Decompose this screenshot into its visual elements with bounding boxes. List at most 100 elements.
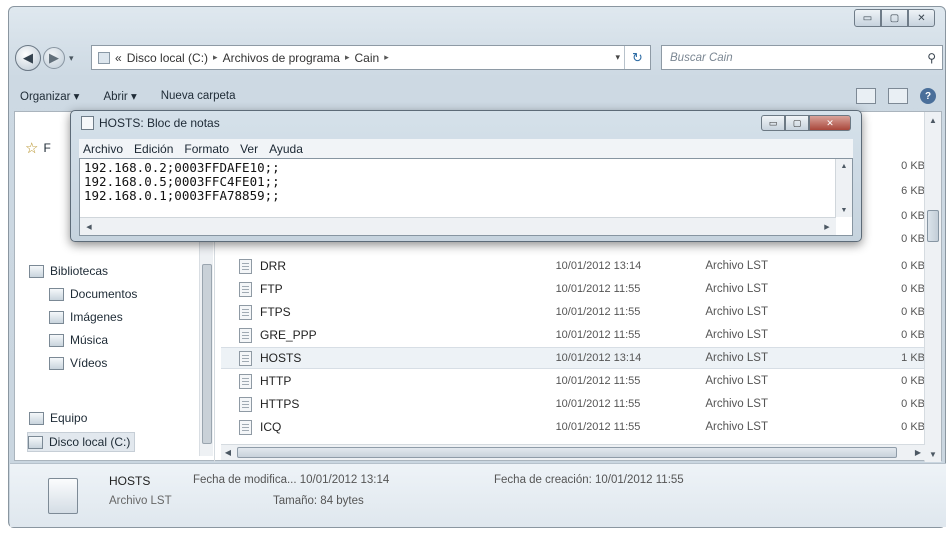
scrollbar-thumb[interactable]: [237, 447, 897, 458]
file-size: 0 KB: [901, 398, 926, 410]
breadcrumb-separator-icon[interactable]: ▸: [213, 52, 218, 63]
address-dropdown-icon[interactable]: ▾: [615, 52, 620, 63]
file-row[interactable]: HTTPS 10/01/2012 11:55 Archivo LST 0 KB: [221, 393, 925, 415]
scrollbar-thumb[interactable]: [202, 264, 212, 444]
back-button[interactable]: ◀: [15, 45, 41, 71]
close-button[interactable]: ✕: [908, 9, 935, 27]
scroll-down-icon[interactable]: ▼: [836, 203, 852, 217]
menu-formato[interactable]: Formato: [184, 142, 229, 156]
file-list-vertical-scrollbar[interactable]: ▲ ▼: [924, 112, 941, 462]
command-bar: Organizar ▾ Abrir ▾ Nueva carpeta ?: [10, 83, 946, 109]
sidebar-item-local-disk[interactable]: Disco local (C:): [27, 432, 136, 452]
scroll-right-icon[interactable]: ▶: [820, 219, 834, 234]
file-row[interactable]: FTPS 10/01/2012 11:55 Archivo LST 0 KB: [221, 301, 925, 323]
file-icon: [239, 327, 252, 343]
sidebar-item-label: Imágenes: [70, 310, 123, 324]
file-name: DRR: [260, 259, 286, 273]
preview-pane-icon[interactable]: [888, 88, 908, 104]
change-view-icon[interactable]: [856, 88, 876, 104]
scroll-left-icon[interactable]: ◀: [82, 219, 96, 234]
history-dropdown-icon[interactable]: ▾: [69, 53, 74, 64]
text-line: 192.168.0.5;0003FFC4FE01;;: [84, 174, 280, 189]
notepad-text-area[interactable]: 192.168.0.2;0003FFDAFE10;; 192.168.0.5;00…: [79, 158, 853, 236]
sidebar-item-favorites[interactable]: ☆ F: [25, 138, 51, 158]
scroll-down-icon[interactable]: ▼: [925, 446, 941, 462]
maximize-button[interactable]: ▢: [881, 9, 908, 27]
file-size: 0 KB: [901, 421, 926, 433]
notepad-window[interactable]: HOSTS: Bloc de notas ▭ ▢ ✕ Archivo Edici…: [70, 110, 862, 242]
help-icon[interactable]: ?: [920, 88, 936, 104]
sidebar-item-videos[interactable]: Vídeos: [49, 353, 107, 373]
text-line: 192.168.0.1;0003FFA78859;;: [84, 188, 280, 203]
notepad-close-button[interactable]: ✕: [809, 115, 851, 131]
sidebar-item-label: Disco local (C:): [49, 435, 131, 449]
menu-archivo[interactable]: Archivo: [83, 142, 123, 156]
file-type: Archivo LST: [705, 421, 768, 433]
menu-ayuda[interactable]: Ayuda: [269, 142, 303, 156]
refresh-button[interactable]: ↻: [624, 46, 650, 69]
scroll-up-icon[interactable]: ▲: [836, 159, 852, 173]
file-row[interactable]: HTTP 10/01/2012 11:55 Archivo LST 0 KB: [221, 370, 925, 392]
file-row[interactable]: DRR 10/01/2012 13:14 Archivo LST 0 KB: [221, 255, 925, 277]
new-folder-button[interactable]: Nueva carpeta: [161, 90, 236, 102]
breadcrumb-local-disk[interactable]: Disco local (C:): [127, 51, 208, 65]
breadcrumb-program-files[interactable]: Archivos de programa: [223, 51, 340, 65]
scroll-up-icon[interactable]: ▲: [925, 112, 941, 128]
notepad-vertical-scrollbar[interactable]: ▲ ▼: [835, 159, 852, 217]
libraries-icon: [29, 264, 44, 278]
file-size: 0 KB: [901, 210, 925, 222]
file-name: HOSTS: [260, 351, 302, 365]
file-name: FTP: [260, 282, 283, 296]
notepad-maximize-button[interactable]: ▢: [785, 115, 809, 131]
file-icon: [239, 396, 252, 412]
sidebar-item-images[interactable]: Imágenes: [49, 307, 123, 327]
menu-ver[interactable]: Ver: [240, 142, 258, 156]
file-date: 10/01/2012 11:55: [555, 375, 641, 387]
scroll-left-icon[interactable]: ◀: [221, 445, 235, 460]
file-row-selected[interactable]: HOSTS 10/01/2012 13:14 Archivo LST 1 KB: [221, 347, 925, 369]
sidebar-item-label: F: [43, 141, 51, 155]
file-type: Archivo LST: [705, 306, 768, 318]
sidebar-item-computer[interactable]: Equipo: [29, 408, 87, 428]
breadcrumb-separator-icon[interactable]: ▸: [384, 52, 389, 63]
file-row[interactable]: ICQ 10/01/2012 11:55 Archivo LST 0 KB: [221, 416, 925, 438]
sidebar-item-documents[interactable]: Documentos: [49, 284, 137, 304]
menu-edicion[interactable]: Edición: [134, 142, 173, 156]
file-date: 10/01/2012 11:55: [555, 306, 641, 318]
file-size: 0 KB: [901, 375, 926, 387]
file-name: ICQ: [260, 420, 282, 434]
open-menu[interactable]: Abrir ▾: [103, 89, 136, 103]
file-icon: [239, 350, 252, 366]
star-icon: ☆: [25, 140, 39, 157]
sidebar-item-music[interactable]: Música: [49, 330, 108, 350]
notepad-caption-buttons: ▭ ▢ ✕: [761, 115, 851, 131]
notepad-horizontal-scrollbar[interactable]: ◀ ▶: [80, 217, 836, 235]
file-date: 10/01/2012 11:55: [555, 329, 641, 341]
address-root-chevron[interactable]: «: [115, 51, 122, 65]
text-line: 192.168.0.2;0003FFDAFE10;;: [84, 160, 280, 175]
navigation-bar: ◀ ▶ ▾ « Disco local (C:) ▸ Archivos de p…: [15, 43, 943, 73]
notepad-content[interactable]: 192.168.0.2;0003FFDAFE10;; 192.168.0.5;00…: [84, 161, 280, 203]
images-icon: [49, 310, 64, 324]
search-input[interactable]: Buscar Cain ⚲: [661, 45, 943, 70]
address-bar[interactable]: « Disco local (C:) ▸ Archivos de program…: [91, 45, 651, 70]
scrollbar-thumb[interactable]: [927, 210, 939, 242]
file-size: 0 KB: [901, 160, 925, 172]
search-icon[interactable]: ⚲: [927, 51, 936, 65]
breadcrumb-cain[interactable]: Cain: [355, 51, 380, 65]
minimize-button[interactable]: ▭: [854, 9, 881, 27]
notepad-menu-bar: Archivo Edición Formato Ver Ayuda: [79, 139, 853, 158]
details-modified: Fecha de modifica... 10/01/2012 13:14: [193, 474, 390, 486]
details-pane: HOSTS Archivo LST Fecha de modifica... 1…: [10, 463, 946, 527]
notepad-minimize-button[interactable]: ▭: [761, 115, 785, 131]
notepad-title-bar[interactable]: HOSTS: Bloc de notas: [81, 116, 220, 130]
file-name: HTTPS: [260, 397, 300, 411]
scroll-right-icon[interactable]: ▶: [911, 445, 925, 460]
file-row[interactable]: GRE_PPP 10/01/2012 11:55 Archivo LST 0 K…: [221, 324, 925, 346]
forward-button[interactable]: ▶: [43, 47, 65, 69]
breadcrumb-separator-icon[interactable]: ▸: [345, 52, 350, 63]
organize-menu[interactable]: Organizar ▾: [20, 89, 79, 103]
file-list-horizontal-scrollbar[interactable]: ◀ ▶: [221, 444, 925, 460]
sidebar-item-libraries[interactable]: Bibliotecas: [29, 261, 108, 281]
file-row[interactable]: FTP 10/01/2012 11:55 Archivo LST 0 KB: [221, 278, 925, 300]
